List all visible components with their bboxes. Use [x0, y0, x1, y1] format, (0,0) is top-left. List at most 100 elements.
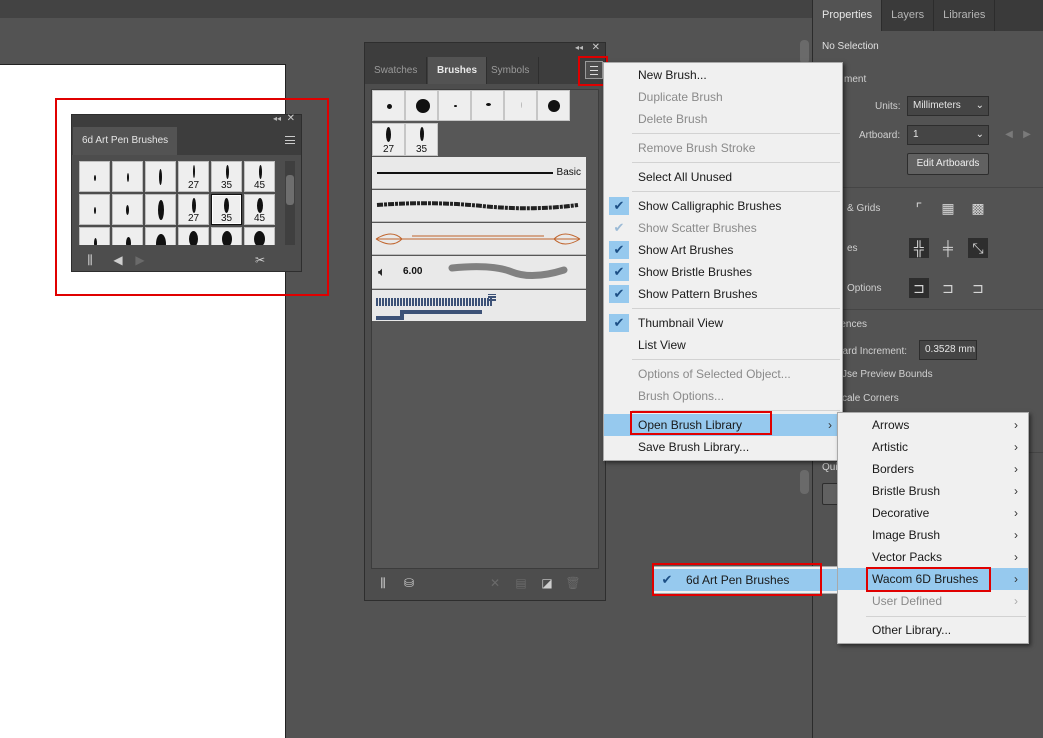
brush-swatch[interactable] — [504, 90, 537, 121]
submenu-item-label: Artistic — [872, 440, 908, 454]
menu-item-show-calligraphic[interactable]: ✔ Show Calligraphic Brushes — [604, 195, 842, 217]
tab-brushes[interactable]: Brushes — [428, 57, 488, 84]
submenu-item-other-library[interactable]: Other Library... — [838, 619, 1028, 641]
brush-swatch[interactable]: 27 — [372, 123, 405, 156]
snap-to-point-icon[interactable]: ⊐ — [909, 278, 929, 298]
menu-item-brush-options[interactable]: Brush Options... — [604, 385, 842, 407]
brush-libraries-menu-icon[interactable]: ⫼ — [375, 575, 391, 591]
menu-item-label: Thumbnail View — [638, 316, 724, 330]
new-brush-icon[interactable]: ◪ — [539, 575, 555, 591]
menu-item-options-of-selected-object[interactable]: Options of Selected Object... — [604, 363, 842, 385]
menu-item-new-brush[interactable]: New Brush... — [604, 64, 842, 86]
tab-libraries[interactable]: Libraries — [934, 0, 996, 31]
menu-item-show-pattern[interactable]: ✔ Show Pattern Brushes — [604, 283, 842, 305]
pattern-stroke-preview — [376, 294, 496, 320]
snap-to-glyph-icon[interactable]: ⊐ — [968, 278, 988, 298]
brush-row-basic[interactable]: Basic — [372, 157, 586, 189]
menu-item-save-brush-library[interactable]: Save Brush Library... — [604, 436, 842, 458]
menu-item-select-all-unused[interactable]: Select All Unused — [604, 166, 842, 188]
chevron-right-icon: › — [1014, 418, 1018, 432]
lock-guides-icon[interactable]: ╪ — [938, 238, 958, 258]
brush-swatch[interactable] — [438, 90, 471, 121]
menu-item-delete-brush[interactable]: Delete Brush — [604, 108, 842, 130]
menu-item-show-art[interactable]: ✔ Show Art Brushes — [604, 239, 842, 261]
remove-brush-stroke-icon[interactable]: ✕ — [487, 575, 503, 591]
units-select[interactable]: Millimeters ⌄ — [907, 96, 989, 116]
submenu-item-artistic[interactable]: Artistic › — [838, 436, 1028, 458]
brush-row-pattern[interactable] — [372, 290, 586, 321]
menu-item-label: Show Scatter Brushes — [638, 221, 757, 235]
submenu-item-label: Image Brush — [872, 528, 941, 542]
next-artboard-icon[interactable]: ▶ — [1017, 125, 1037, 145]
artboard-select[interactable]: 1 ⌄ — [907, 125, 989, 145]
brush-row-charcoal[interactable] — [372, 190, 586, 222]
rulers-grids-label: & Grids — [847, 203, 881, 214]
no-selection-label: No Selection — [822, 41, 879, 52]
libraries-panel-icon[interactable]: ⛁ — [401, 575, 417, 591]
brush-options-icon[interactable]: ▤ — [513, 575, 529, 591]
brush-row-decorative[interactable] — [372, 223, 586, 255]
tab-symbols[interactable]: Symbols — [482, 57, 540, 84]
document-section-title: ment — [844, 74, 867, 85]
submenu-item-vector-packs[interactable]: Vector Packs › — [838, 546, 1028, 568]
tab-layers[interactable]: Layers — [882, 0, 935, 31]
divider — [813, 187, 1043, 188]
menu-item-show-scatter[interactable]: ✔ Show Scatter Brushes — [604, 217, 842, 239]
submenu-item-label: Bristle Brush — [872, 484, 941, 498]
bristle-stroke-preview — [448, 263, 568, 279]
scale-corners-checkbox[interactable]: cale Corners — [842, 393, 899, 404]
brushes-titlebar[interactable]: ◂◂ ✕ — [365, 42, 605, 57]
highlight-box-6d-art-pen — [652, 563, 822, 596]
menu-item-thumbnail-view[interactable]: ✔ Thumbnail View — [604, 312, 842, 334]
submenu-item-bristle-brush[interactable]: Bristle Brush › — [838, 480, 1028, 502]
collapse-icon[interactable]: ◂◂ — [575, 43, 583, 52]
menu-item-label: Show Calligraphic Brushes — [638, 199, 782, 213]
submenu-item-borders[interactable]: Borders › — [838, 458, 1028, 480]
tab-properties[interactable]: Properties — [813, 0, 883, 31]
ruler-icon[interactable]: ⌜ — [909, 198, 929, 218]
edit-artboards-button[interactable]: Edit Artboards — [907, 153, 989, 175]
brush-swatch[interactable] — [471, 90, 504, 121]
snap-to-pixel-icon[interactable]: ⊐ — [938, 278, 958, 298]
guides-icon[interactable]: ╬ — [909, 238, 929, 258]
quick-actions-label: Qui — [822, 462, 838, 473]
chevron-right-icon: › — [1014, 484, 1018, 498]
menu-item-list-view[interactable]: List View — [604, 334, 842, 356]
menu-item-remove-brush-stroke[interactable]: Remove Brush Stroke — [604, 137, 842, 159]
use-preview-bounds-checkbox[interactable]: Jse Preview Bounds — [842, 369, 933, 380]
brush-swatch[interactable]: 35 — [405, 123, 438, 156]
submenu-item-user-defined[interactable]: User Defined › — [838, 590, 1028, 612]
artboard-label: Artboard: — [859, 130, 901, 141]
charcoal-stroke-preview — [376, 201, 579, 211]
units-label: Units: — [875, 101, 901, 112]
keyboard-increment-label: oard Increment: — [837, 346, 908, 357]
grid-icon[interactable]: ▦ — [938, 198, 958, 218]
delete-brush-icon[interactable]: 🗑︎ — [565, 575, 581, 591]
menu-separator — [632, 191, 840, 192]
transparency-grid-icon[interactable]: ▩ — [968, 198, 988, 218]
top-strip — [0, 0, 812, 18]
submenu-item-decorative[interactable]: Decorative › — [838, 502, 1028, 524]
brushes-panel: ◂◂ ✕ Swatches Brushes Symbols 27 35 Basi… — [364, 42, 606, 601]
menu-item-show-bristle[interactable]: ✔ Show Bristle Brushes — [604, 261, 842, 283]
artboard-value: 1 — [913, 129, 919, 140]
submenu-item-image-brush[interactable]: Image Brush › — [838, 524, 1028, 546]
brush-swatch[interactable] — [405, 90, 438, 121]
brushes-list: 27 35 Basic 🔈︎ 6.00 — [371, 89, 599, 569]
submenu-item-arrows[interactable]: Arrows › — [838, 414, 1028, 436]
panel-scrollbar-thumb[interactable] — [800, 470, 809, 494]
chevron-right-icon: › — [1014, 572, 1018, 586]
chevron-right-icon: › — [1014, 440, 1018, 454]
close-icon[interactable]: ✕ — [592, 42, 600, 53]
brush-swatch[interactable] — [537, 90, 570, 121]
brush-swatch[interactable] — [372, 90, 405, 121]
menu-item-duplicate-brush[interactable]: Duplicate Brush — [604, 86, 842, 108]
smart-guides-icon[interactable]: ⤡ — [968, 238, 988, 258]
brush-size-label: 35 — [415, 144, 428, 155]
panel-scrollbar[interactable] — [800, 40, 809, 64]
keyboard-increment-input[interactable]: 0.3528 mm — [919, 340, 977, 360]
brush-row-bristle[interactable]: 🔈︎ 6.00 — [372, 256, 586, 289]
previous-artboard-icon[interactable]: ◀ — [999, 125, 1019, 145]
tab-swatches[interactable]: Swatches — [365, 57, 428, 84]
brush-library-submenu: Arrows › Artistic › Borders › Bristle Brush… — [837, 412, 1029, 644]
